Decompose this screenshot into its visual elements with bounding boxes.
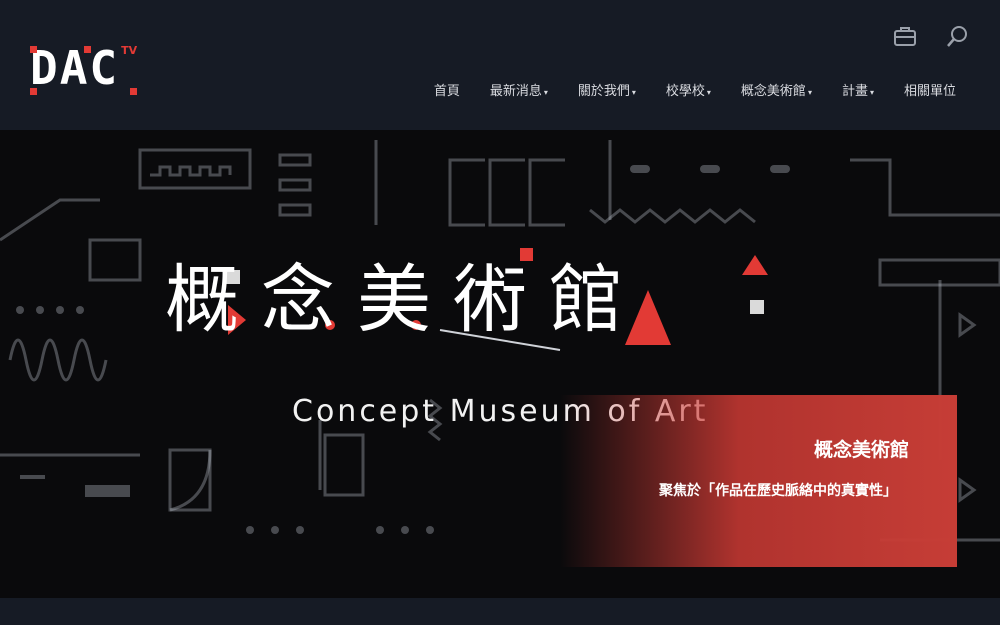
bottom-strip <box>0 598 1000 625</box>
chevron-down-icon: ▾ <box>631 88 636 97</box>
logo-dot <box>130 88 137 95</box>
nav-label: 最新消息 <box>489 84 542 99</box>
hero-caption-box[interactable]: 概念美術館 聚焦於「作品在歷史脈絡中的真實性」 <box>560 395 957 567</box>
caption-subtitle: 聚焦於「作品在歷史脈絡中的真實性」 <box>659 483 897 499</box>
search-button[interactable] <box>944 22 972 50</box>
main-nav: 首頁 最新消息 ▾ 關於我們 ▾ 校學校 ▾ 概念美術館 ▾ 計畫 ▾ 相關單位 <box>434 82 956 103</box>
chevron-down-icon: ▾ <box>869 88 874 97</box>
nav-item-school[interactable]: 校學校 ▾ <box>666 82 711 103</box>
nav-item-projects[interactable]: 計畫 ▾ <box>842 82 874 103</box>
search-icon <box>947 26 967 47</box>
site-logo[interactable]: DAC TV <box>30 42 137 98</box>
nav-item-about[interactable]: 關於我們 ▾ <box>578 82 636 103</box>
nav-label: 校學校 <box>665 84 705 99</box>
site-header: DAC TV 首頁 最新消息 ▾ 關於我們 ▾ 校學校 ▾ 概念美術館 ▾ 計畫 ▾ 相關… <box>0 0 1000 130</box>
nav-label: 相關單位 <box>903 84 956 99</box>
briefcase-button[interactable] <box>891 22 919 50</box>
nav-item-related[interactable]: 相關單位 <box>904 82 956 103</box>
nav-item-concept-museum[interactable]: 概念美術館 ▾ <box>741 82 812 103</box>
hero-banner[interactable]: 概念美術館 Concept Museum of Art 概念美術館 聚焦於「作品… <box>0 130 1000 598</box>
nav-item-news[interactable]: 最新消息 ▾ <box>490 82 548 103</box>
nav-label: 關於我們 <box>577 84 630 99</box>
nav-item-home[interactable]: 首頁 <box>434 82 460 103</box>
caption-title: 概念美術館 <box>813 439 909 461</box>
briefcase-icon <box>894 27 916 46</box>
chevron-down-icon: ▾ <box>543 88 548 97</box>
logo-superscript: TV <box>121 44 138 57</box>
logo-dot <box>30 46 37 53</box>
nav-label: 首頁 <box>433 84 460 99</box>
nav-label: 概念美術館 <box>740 84 806 99</box>
logo-dot <box>84 46 91 53</box>
chevron-down-icon: ▾ <box>807 88 812 97</box>
logo-text: DAC <box>30 41 120 95</box>
chevron-down-icon: ▾ <box>706 88 711 97</box>
hero-title-chinese: 概念美術館 <box>165 257 645 343</box>
nav-label: 計畫 <box>841 84 868 99</box>
logo-dot <box>30 88 37 95</box>
